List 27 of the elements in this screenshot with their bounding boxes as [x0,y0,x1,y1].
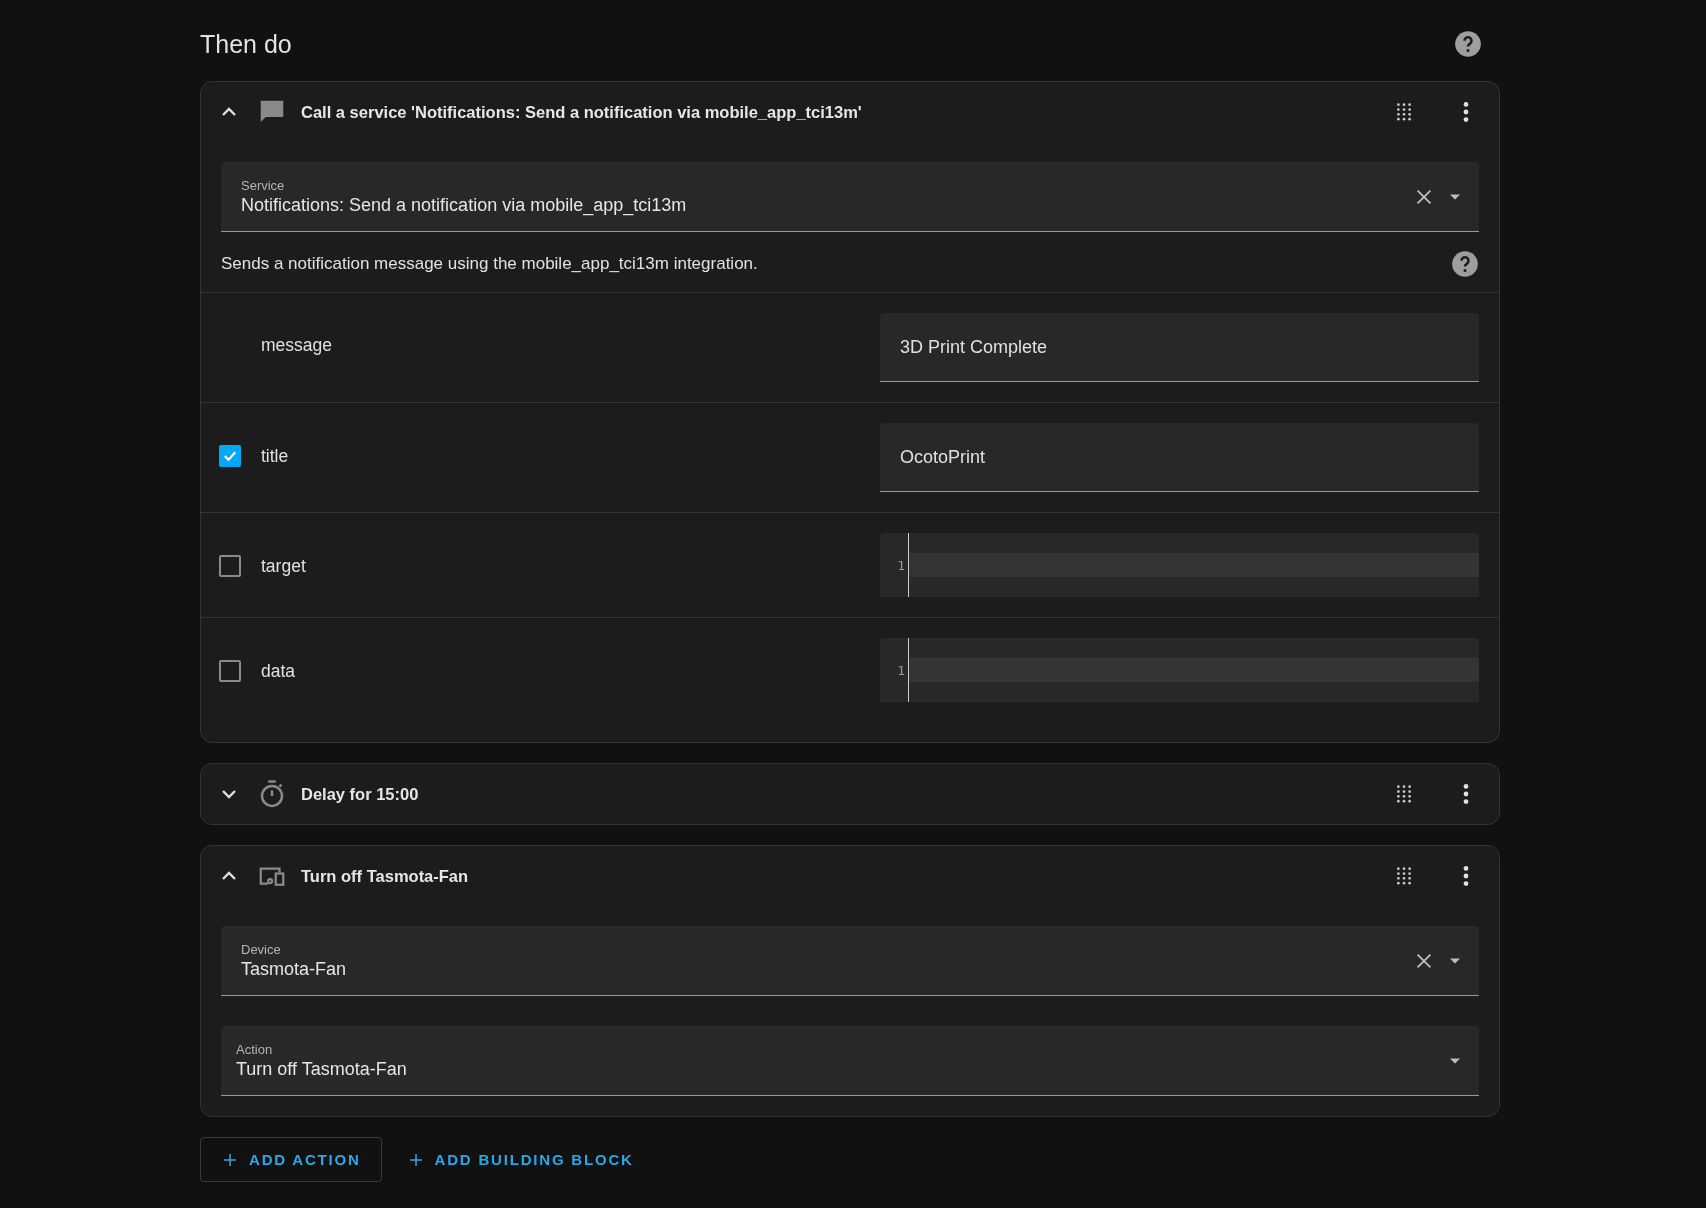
action-title: Delay for 15:00 [301,784,420,804]
help-icon[interactable] [1451,250,1479,278]
drag-handle-icon[interactable] [1395,103,1413,121]
select-field[interactable]: Service Notifications: Send a notification via mobile_app_tci13m [221,162,1479,232]
action-title: Turn off Tasmota-Fan [301,866,470,886]
select-field[interactable]: Action Turn off Tasmota-Fan [221,1026,1479,1096]
field-label: target [261,555,306,577]
code-editor[interactable]: 1 [880,638,1479,702]
drag-handle-icon[interactable] [1395,785,1413,803]
section-title: Then do [200,29,292,59]
field-label: title [261,445,289,467]
checkbox[interactable] [219,660,241,682]
line-number: 1 [897,557,905,573]
action-title: Call a service 'Notifications: Send a notification via mobile_app_tci13m' [301,102,863,122]
field-label: data [261,660,296,682]
drag-handle-icon[interactable] [1395,867,1413,885]
add-button[interactable]: ADD BUILDING BLOCK [385,1137,655,1182]
add-button[interactable]: ADD ACTION [200,1137,382,1182]
code-editor[interactable]: 1 [880,533,1479,597]
checkbox[interactable] [219,555,241,577]
select-field[interactable]: Device Tasmota-Fan [221,926,1479,996]
line-number: 1 [897,662,905,678]
field-label: message [261,335,332,356]
input-field[interactable]: OcotoPrint [880,423,1479,492]
input-field[interactable]: 3D Print Complete [880,313,1479,382]
service-description: Sends a notification message using the mobile_app_tci13m integration. [221,254,758,274]
help-icon[interactable] [1454,30,1482,58]
